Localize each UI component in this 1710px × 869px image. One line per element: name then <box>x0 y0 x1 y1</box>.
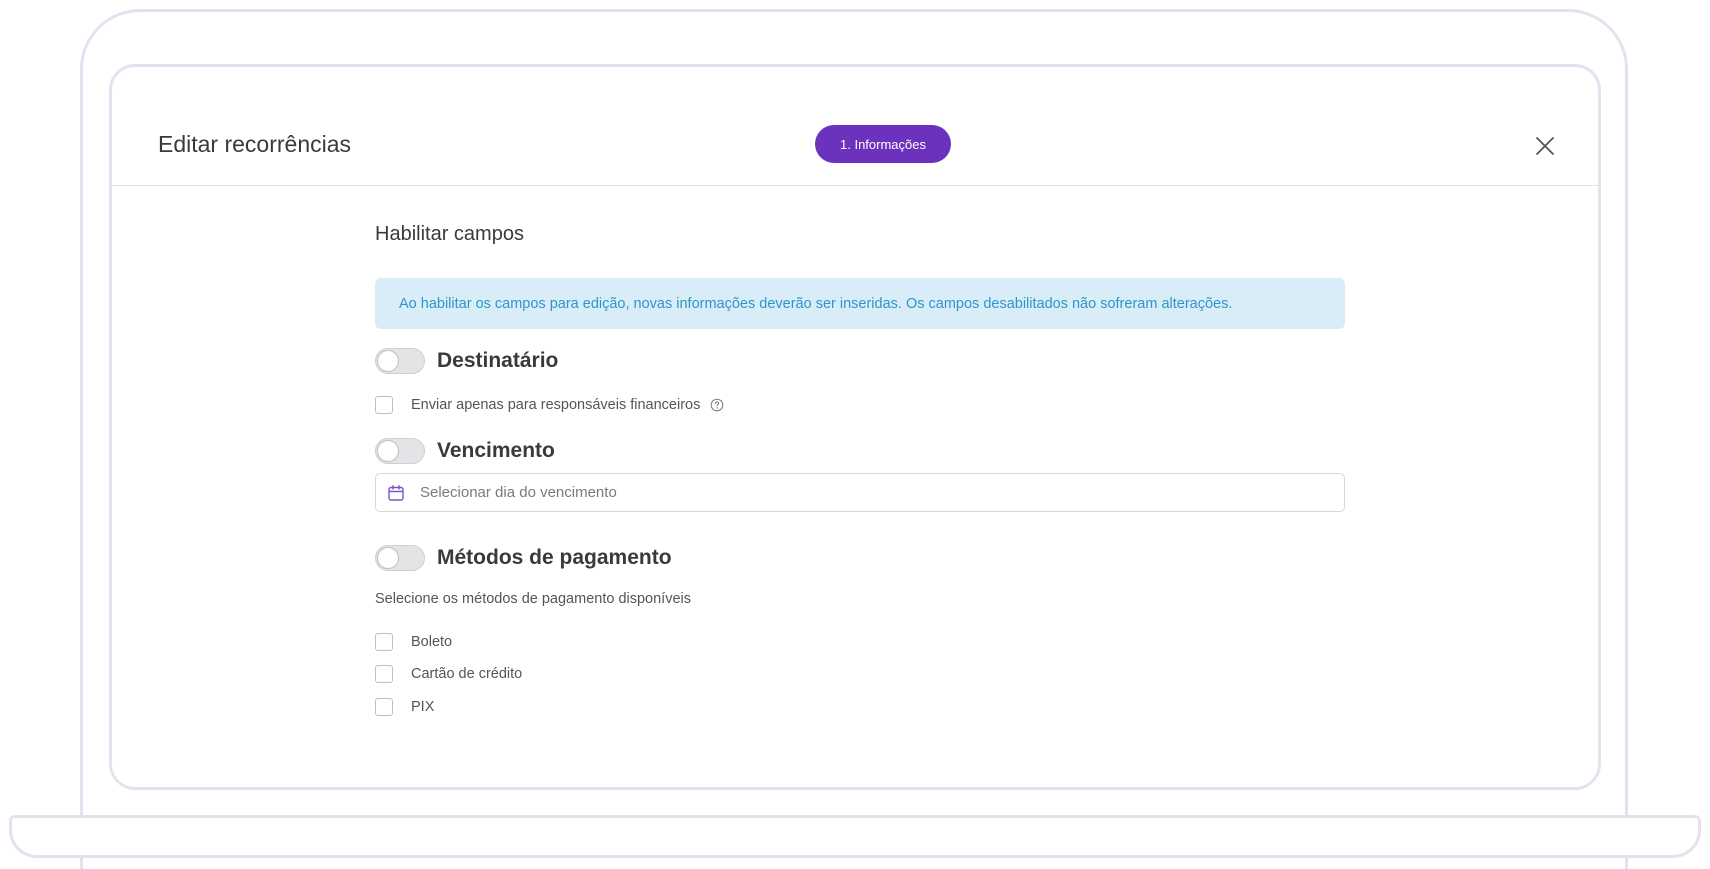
calendar-icon <box>388 484 404 501</box>
info-alert: Ao habilitar os campos para edição, nova… <box>375 278 1345 329</box>
toggle-knob <box>377 350 399 372</box>
close-icon <box>1536 137 1554 155</box>
pix-label: PIX <box>411 699 435 715</box>
due-date-field[interactable] <box>375 473 1345 512</box>
payment-option-row: PIX <box>375 697 434 717</box>
payment-methods-toggle[interactable] <box>375 545 425 571</box>
vencimento-toggle[interactable] <box>375 438 425 464</box>
payment-methods-hint: Selecione os métodos de pagamento dispon… <box>375 591 691 607</box>
due-date-input[interactable] <box>418 483 1302 502</box>
modal-header: Editar recorrências 1. Informações <box>112 67 1598 186</box>
boleto-label: Boleto <box>411 634 453 650</box>
payment-methods-label: Métodos de pagamento <box>437 546 672 569</box>
help-circle-icon[interactable] <box>710 398 724 412</box>
financial-responsible-row: Enviar apenas para responsáveis financei… <box>375 395 724 415</box>
laptop-illustration: Editar recorrências 1. Informações Habil… <box>0 0 1710 869</box>
toggle-knob <box>377 547 399 569</box>
modal-title: Editar recorrências <box>158 131 352 157</box>
close-button[interactable] <box>1532 133 1558 159</box>
boleto-checkbox[interactable] <box>375 633 393 651</box>
financial-responsible-label: Enviar apenas para responsáveis financei… <box>411 397 701 413</box>
credit-card-checkbox[interactable] <box>375 665 393 683</box>
vencimento-toggle-row: Vencimento <box>375 437 555 465</box>
step-indicator[interactable]: 1. Informações <box>815 125 951 163</box>
payment-methods-toggle-row: Métodos de pagamento <box>375 544 672 572</box>
section-title: Habilitar campos <box>375 223 524 245</box>
edit-recurrences-modal: Editar recorrências 1. Informações Habil… <box>109 64 1601 790</box>
destinatario-label: Destinatário <box>437 349 559 372</box>
destinatario-toggle-row: Destinatário <box>375 347 558 375</box>
credit-card-label: Cartão de crédito <box>411 666 523 682</box>
laptop-base <box>9 815 1701 858</box>
destinatario-toggle[interactable] <box>375 348 425 374</box>
vencimento-label: Vencimento <box>437 439 555 462</box>
toggle-knob <box>377 440 399 462</box>
payment-option-row: Cartão de crédito <box>375 664 522 684</box>
pix-checkbox[interactable] <box>375 698 393 716</box>
financial-responsible-checkbox[interactable] <box>375 396 393 414</box>
payment-option-row: Boleto <box>375 632 452 652</box>
